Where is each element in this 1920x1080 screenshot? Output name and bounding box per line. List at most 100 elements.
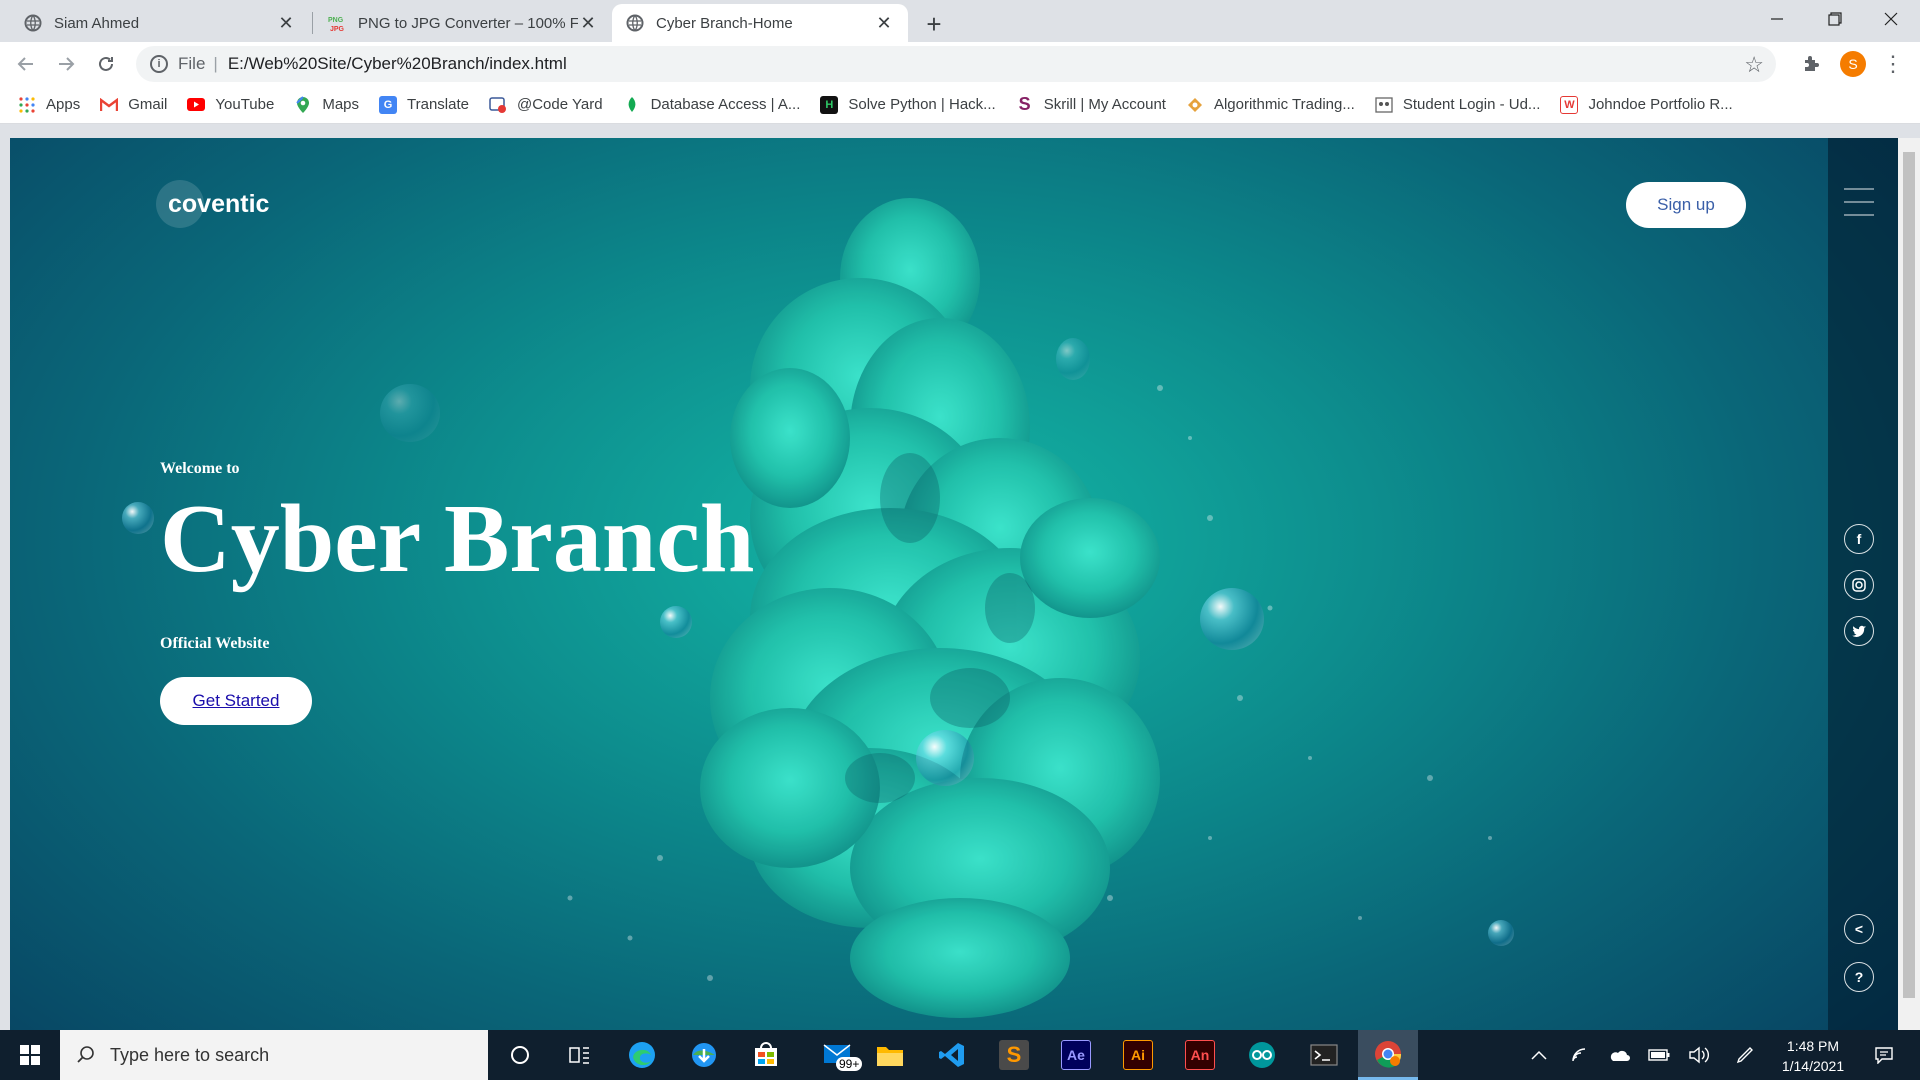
hamburger-menu-icon[interactable]	[1844, 188, 1874, 227]
bubble-decoration	[122, 502, 154, 534]
site-logo[interactable]: coventic	[168, 190, 269, 219]
cortana-icon[interactable]	[492, 1030, 548, 1080]
bookmark-label: @Code Yard	[517, 96, 603, 113]
extensions-icon[interactable]	[1796, 50, 1826, 78]
microsoft-store-icon[interactable]	[738, 1030, 794, 1080]
page-scrollbar[interactable]	[1898, 138, 1920, 1030]
back-button[interactable]	[10, 48, 42, 80]
onedrive-icon[interactable]	[1604, 1030, 1634, 1080]
bookmark-label: Johndoe Portfolio R...	[1588, 96, 1733, 113]
bookmark-skrill[interactable]: S Skrill | My Account	[1016, 94, 1166, 114]
url-scheme: File	[178, 54, 206, 73]
bookmark-label: Student Login - Ud...	[1402, 96, 1541, 113]
arduino-icon[interactable]	[1234, 1030, 1290, 1080]
bubble-decoration	[380, 384, 440, 442]
help-icon[interactable]: ?	[1844, 962, 1874, 992]
info-icon[interactable]: i	[150, 55, 168, 73]
get-started-button[interactable]: Get Started	[160, 677, 312, 725]
volume-icon[interactable]	[1684, 1030, 1714, 1080]
battery-icon[interactable]	[1644, 1030, 1674, 1080]
website-hero: coventic Sign up Welcome to Cyber Branch…	[10, 138, 1898, 1030]
mail-icon[interactable]: 99+	[810, 1030, 866, 1080]
student-login-icon	[1375, 96, 1393, 114]
restore-button[interactable]	[1806, 0, 1864, 38]
close-tab-icon[interactable]: ✕	[874, 13, 894, 33]
action-center-icon[interactable]	[1864, 1030, 1904, 1080]
app-label: Ae	[1061, 1040, 1091, 1070]
bookmark-label: Apps	[46, 96, 81, 113]
trading-icon	[1186, 96, 1204, 114]
bookmark-label: Translate	[407, 96, 469, 113]
twitter-icon[interactable]	[1844, 616, 1874, 646]
bookmark-database-access[interactable]: Database Access | A...	[623, 96, 801, 114]
address-bar[interactable]: i File | E:/Web%20Site/Cyber%20Branch/in…	[136, 46, 1776, 82]
after-effects-icon[interactable]: Ae	[1048, 1030, 1104, 1080]
hackerrank-icon: H	[820, 95, 839, 114]
close-tab-icon[interactable]: ✕	[578, 13, 598, 33]
png-jpg-icon: PNG JPG	[328, 14, 346, 32]
bookmark-apps[interactable]: Apps	[18, 96, 80, 114]
bookmark-label: Algorithmic Trading...	[1213, 96, 1355, 113]
pen-workspace-icon[interactable]	[1730, 1030, 1760, 1080]
bookmark-johndoe-portfolio[interactable]: W Johndoe Portfolio R...	[1560, 95, 1733, 114]
bookmark-maps[interactable]: Maps	[294, 95, 359, 114]
facebook-icon[interactable]: f	[1844, 524, 1874, 554]
internet-download-icon[interactable]	[676, 1030, 732, 1080]
welcome-text: Welcome to	[160, 460, 240, 477]
vscode-icon[interactable]	[924, 1030, 980, 1080]
tab-title: Cyber Branch-Home	[656, 14, 793, 32]
reload-icon	[99, 56, 113, 71]
right-sidebar: f < ?	[1828, 138, 1898, 1030]
new-tab-button[interactable]: +	[918, 8, 950, 40]
hero-subtitle: Official Website	[160, 635, 270, 652]
close-tab-icon[interactable]: ✕	[276, 13, 296, 33]
tab-title: Siam Ahmed	[54, 14, 140, 32]
bookmark-gmail[interactable]: Gmail	[100, 96, 167, 114]
globe-icon	[24, 14, 42, 32]
url-divider: |	[213, 54, 218, 73]
show-hidden-icons-chevron-icon[interactable]	[1524, 1030, 1554, 1080]
tab-siam-ahmed[interactable]: Siam Ahmed ✕	[10, 4, 310, 42]
windows-start-icon[interactable]	[2, 1030, 58, 1080]
minimize-button[interactable]	[1748, 0, 1806, 38]
file-explorer-icon[interactable]	[862, 1030, 918, 1080]
scrollbar-thumb[interactable]	[1903, 152, 1915, 998]
url-text: E:/Web%20Site/Cyber%20Branch/index.html	[227, 54, 567, 73]
bookmark-label: Database Access | A...	[650, 96, 801, 113]
tab-separator	[312, 12, 313, 34]
reload-button[interactable]	[90, 48, 122, 80]
instagram-icon[interactable]	[1844, 570, 1874, 600]
chrome-taskbar-icon[interactable]	[1358, 1030, 1418, 1080]
bookmark-label: Gmail	[128, 96, 168, 113]
bookmark-hackerrank[interactable]: H Solve Python | Hack...	[820, 95, 996, 114]
bookmark-student-login[interactable]: Student Login - Ud...	[1375, 96, 1541, 114]
taskbar-search-input[interactable]: Type here to search	[60, 1030, 488, 1080]
bookmark-code-yard[interactable]: @Code Yard	[489, 96, 603, 114]
system-clock[interactable]: 1:48 PM 1/14/2021	[1770, 1036, 1856, 1076]
bubble-decoration	[916, 730, 974, 786]
wifi-icon[interactable]	[1566, 1030, 1596, 1080]
profile-avatar[interactable]: S	[1838, 50, 1868, 78]
illustrator-icon[interactable]: Ai	[1110, 1030, 1166, 1080]
tab-png-to-jpg[interactable]: PNG JPG PNG to JPG Converter – 100% Free …	[314, 4, 612, 42]
bookmark-translate[interactable]: G Translate	[379, 95, 469, 114]
bookmark-algorithmic-trading[interactable]: Algorithmic Trading...	[1186, 96, 1355, 114]
edge-icon[interactable]	[614, 1030, 670, 1080]
gmail-icon	[100, 96, 119, 114]
bookmark-label: Solve Python | Hack...	[848, 96, 996, 113]
skrill-icon: S	[1018, 94, 1031, 114]
close-window-button[interactable]	[1862, 0, 1920, 38]
bookmark-label: YouTube	[215, 96, 275, 113]
bookmark-star-icon[interactable]: ☆	[1744, 52, 1764, 78]
forward-button[interactable]	[50, 48, 82, 80]
back-arrow-icon	[17, 57, 33, 71]
terminal-icon[interactable]	[1296, 1030, 1352, 1080]
task-view-icon[interactable]	[552, 1030, 608, 1080]
share-icon[interactable]: <	[1844, 914, 1874, 944]
menu-kebab-icon[interactable]: ⋮	[1878, 50, 1908, 78]
sign-up-button[interactable]: Sign up	[1626, 182, 1746, 228]
animate-icon[interactable]: An	[1172, 1030, 1228, 1080]
sublime-text-icon[interactable]: S	[986, 1030, 1042, 1080]
tab-cyber-branch-home[interactable]: Cyber Branch-Home ✕	[612, 4, 908, 42]
bookmark-youtube[interactable]: YouTube	[187, 96, 274, 114]
